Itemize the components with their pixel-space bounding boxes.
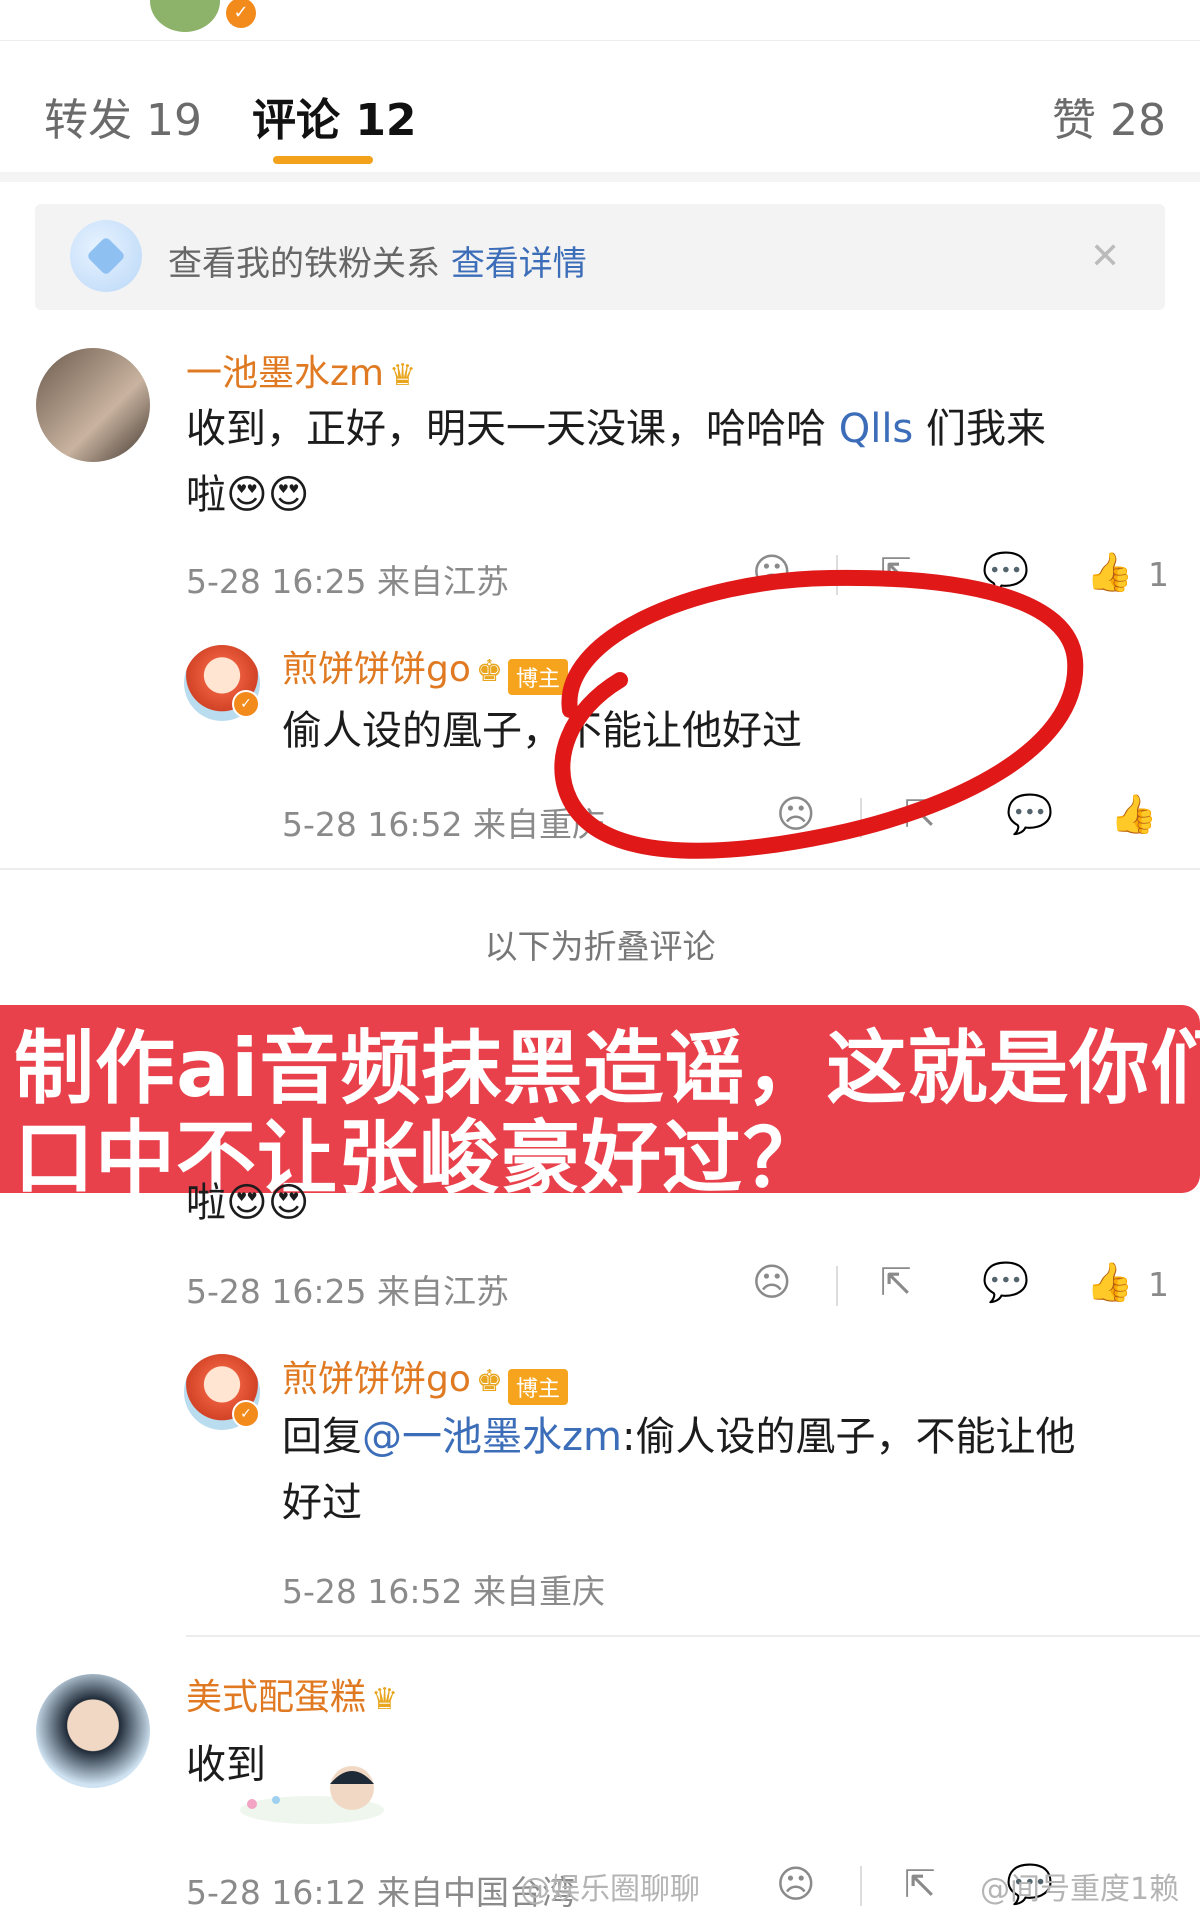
- reply-header: 煎饼饼饼go ♚ 博主: [282, 640, 568, 695]
- author-tag: 博主: [507, 1368, 568, 1405]
- tab-likes[interactable]: 赞 28: [1052, 84, 1166, 148]
- section-divider: [0, 172, 1200, 182]
- reply-text: 回复@一池墨水zm:偷人设的凰子，不能让他 好过: [282, 1404, 1182, 1536]
- avatar[interactable]: [36, 1674, 150, 1788]
- tab-reposts[interactable]: 转发 19: [44, 84, 202, 148]
- mention-link[interactable]: Qlls: [839, 406, 914, 452]
- comment-meta: 5-28 16:12 来自中国台湾: [186, 1873, 575, 1912]
- folded-comments-label: 以下为折叠评论: [484, 927, 716, 966]
- username[interactable]: 煎饼饼饼go: [282, 649, 471, 690]
- watermark: @娱乐圈聊聊: [520, 1872, 700, 1907]
- reply-meta: 5-28 16:52 来自重庆: [282, 1572, 605, 1611]
- share-icon[interactable]: ⇱: [904, 1862, 936, 1906]
- reply-text-part: 好过: [282, 1480, 362, 1526]
- comment-text-part: 们我来: [913, 406, 1046, 452]
- reply-text-part: :偷人设的凰子，不能让他: [621, 1414, 1076, 1460]
- avatar[interactable]: [36, 348, 150, 462]
- like-icon[interactable]: 👍: [1086, 1260, 1133, 1305]
- crown-icon: ♛: [389, 358, 416, 393]
- tab-comments[interactable]: 评论 12: [252, 84, 417, 148]
- comment-text-part: 收到，正好，明天一天没课，哈哈哈: [186, 406, 839, 452]
- reply-icon[interactable]: 💬: [982, 1260, 1029, 1305]
- comment-meta: 5-28 16:25 来自江苏: [186, 562, 509, 601]
- caption-line-2: 口中不让张峻豪好过？: [14, 1112, 824, 1205]
- crown-icon: ♛: [371, 1682, 399, 1717]
- comment-text-part: 啦😍😍: [186, 472, 310, 518]
- divider: [836, 1266, 838, 1306]
- verified-badge-icon: ✓: [232, 1400, 260, 1428]
- banner-text: 查看我的铁粉关系 查看详情: [168, 236, 587, 285]
- username[interactable]: 煎饼饼饼go: [282, 1359, 471, 1400]
- like-count: 1: [1148, 1265, 1169, 1304]
- like-icon[interactable]: 👍: [1086, 550, 1133, 595]
- comment-text: 收到，正好，明天一天没课，哈哈哈 Qlls 们我来 啦😍😍: [186, 396, 1166, 528]
- divider: [186, 1635, 1200, 1637]
- banner-message: 查看我的铁粉关系: [168, 244, 440, 284]
- username[interactable]: 一池墨水zm: [186, 353, 384, 394]
- diamond-badge-icon: [70, 220, 142, 292]
- close-icon[interactable]: ✕: [1090, 236, 1120, 277]
- comment-header: 一池墨水zm ♛: [186, 344, 416, 396]
- crown-icon: ♚: [475, 654, 503, 689]
- banner-details-link[interactable]: 查看详情: [451, 244, 587, 284]
- dislike-icon[interactable]: ☹: [776, 1862, 816, 1906]
- divider: [0, 868, 1200, 870]
- reply-prefix: 回复: [282, 1414, 362, 1460]
- crown-icon: ♚: [475, 1364, 503, 1399]
- dislike-icon[interactable]: ☹: [752, 1260, 792, 1304]
- comment-meta: 5-28 16:25 来自江苏: [186, 1272, 509, 1311]
- comment-text: 啦😍😍: [186, 1180, 310, 1226]
- reply-header: 煎饼饼饼go ♚ 博主: [282, 1350, 568, 1405]
- highlight-circle-annotation: [554, 569, 1084, 859]
- share-icon[interactable]: ⇱: [880, 1260, 912, 1304]
- comment-header: 美式配蛋糕 ♛: [186, 1668, 398, 1720]
- watermark: @间号重度1赖: [980, 1872, 1180, 1907]
- verified-badge-icon: ✓: [232, 690, 260, 718]
- mention-link[interactable]: @一池墨水zm: [362, 1414, 622, 1460]
- like-icon[interactable]: 👍: [1110, 792, 1157, 837]
- tab-active-indicator: [273, 156, 373, 164]
- sticker-image: [240, 1766, 384, 1824]
- username[interactable]: 美式配蛋糕: [186, 1677, 366, 1718]
- divider: [860, 1866, 862, 1906]
- like-count: 1: [1148, 555, 1169, 594]
